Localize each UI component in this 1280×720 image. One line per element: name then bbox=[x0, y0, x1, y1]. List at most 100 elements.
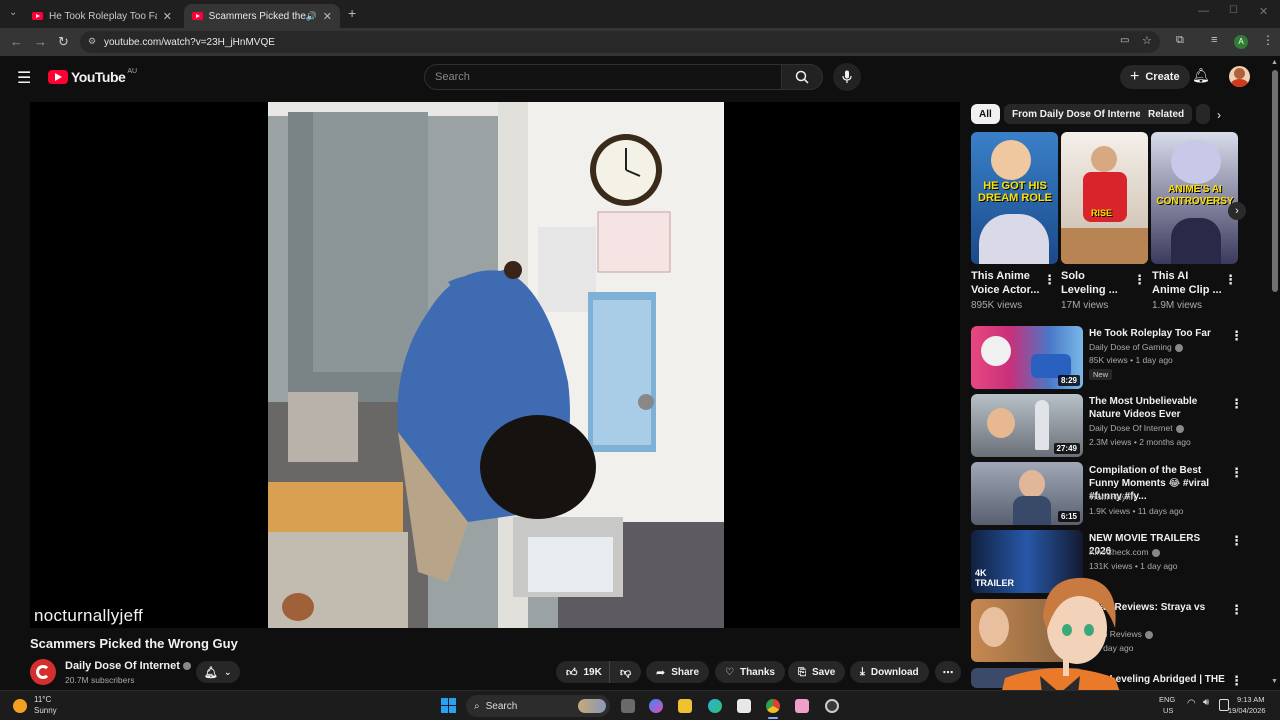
copilot-icon[interactable] bbox=[649, 699, 663, 713]
weather-sun-icon[interactable] bbox=[13, 699, 27, 713]
video-thumbnail[interactable]: 8:29 bbox=[971, 326, 1083, 389]
tab-he-took-roleplay[interactable]: He Took Roleplay Too Far - You ✕ bbox=[24, 4, 180, 28]
tray-region: US bbox=[1163, 706, 1174, 715]
chips-next-chevron-icon[interactable]: › bbox=[1217, 108, 1221, 122]
close-window-icon[interactable]: ✕ bbox=[1259, 5, 1268, 18]
app-icon[interactable] bbox=[795, 699, 809, 713]
short-title[interactable]: This AI Anime Clip ... bbox=[1152, 269, 1222, 297]
microphone-icon bbox=[842, 70, 852, 83]
download-button[interactable]: ⤓ Download bbox=[850, 661, 929, 683]
video-channel[interactable]: Daily Dose of Gaming bbox=[1089, 342, 1183, 352]
file-explorer-icon[interactable] bbox=[678, 699, 692, 713]
short-views: 17M views bbox=[1061, 300, 1109, 311]
verified-badge-icon bbox=[1144, 630, 1153, 639]
video-more-icon[interactable]: ⋮ bbox=[1230, 465, 1243, 481]
short-title[interactable]: This Anime Voice Actor... bbox=[971, 269, 1041, 297]
store-icon[interactable] bbox=[737, 699, 751, 713]
site-info-icon[interactable]: ⚙ bbox=[88, 36, 96, 47]
close-tab-icon[interactable]: ✕ bbox=[163, 10, 172, 23]
reading-list-icon[interactable]: ≡ bbox=[1211, 34, 1217, 46]
video-channel[interactable]: Trâm Huỳnh bbox=[1089, 492, 1135, 502]
volume-icon[interactable]: 🔊︎ bbox=[1203, 697, 1209, 708]
share-button[interactable]: ➦ Share bbox=[646, 661, 710, 683]
create-button[interactable]: + Create bbox=[1120, 65, 1190, 89]
chip-all[interactable]: All bbox=[971, 104, 1000, 124]
hamburger-menu-icon[interactable]: ☰ bbox=[17, 68, 31, 88]
voice-search-button[interactable] bbox=[833, 63, 861, 91]
weather-desc: Sunny bbox=[34, 706, 57, 715]
chip-related[interactable]: Related bbox=[1140, 104, 1193, 124]
video-more-icon[interactable]: ⋮ bbox=[1230, 602, 1243, 618]
scroll-down-icon[interactable]: ▼ bbox=[1271, 678, 1278, 685]
like-button[interactable]: 👍︎ 19K bbox=[556, 661, 612, 683]
clock-date[interactable]: 19/04/2026 bbox=[1228, 706, 1266, 715]
thanks-button[interactable]: ♡ Thanks bbox=[715, 661, 785, 683]
short-thumbnail[interactable]: HE GOT HIS DREAM ROLE bbox=[971, 132, 1058, 264]
short-thumbnail[interactable]: RISE bbox=[1061, 132, 1148, 264]
channel-name[interactable]: Daily Dose Of Internet bbox=[65, 660, 191, 672]
task-view-icon[interactable] bbox=[621, 699, 635, 713]
video-more-icon[interactable]: ⋮ bbox=[1230, 328, 1243, 344]
video-more-icon[interactable]: ⋮ bbox=[1230, 396, 1243, 412]
scroll-up-icon[interactable]: ▲ bbox=[1271, 59, 1278, 66]
video-more-icon[interactable]: ⋮ bbox=[1230, 673, 1243, 689]
dislike-button[interactable]: 👎︎ bbox=[609, 661, 642, 683]
verified-badge-icon bbox=[182, 662, 191, 671]
notifications-bell-icon[interactable]: 🔔︎ bbox=[1192, 67, 1210, 84]
save-button[interactable]: ⎘ Save bbox=[788, 661, 846, 683]
video-channel[interactable]: KinoCheck.com bbox=[1089, 547, 1160, 557]
channel-avatar[interactable] bbox=[30, 659, 56, 685]
app-icon[interactable] bbox=[825, 699, 839, 713]
extensions-icon[interactable]: ⧉ bbox=[1176, 34, 1184, 47]
video-more-icon[interactable]: ⋮ bbox=[1230, 533, 1243, 549]
more-actions-button[interactable]: ⋯ bbox=[935, 661, 961, 683]
video-title-link[interactable]: The Most Unbelievable Nature Videos Ever bbox=[1089, 395, 1225, 421]
wifi-icon[interactable]: ◠ bbox=[1187, 698, 1196, 709]
clock-time[interactable]: 9:13 AM bbox=[1237, 695, 1265, 704]
windows-taskbar: 11°C Sunny ⌕ Search ENG US ◠ 🔊︎ 9:13 AM … bbox=[0, 690, 1280, 720]
new-tab-button[interactable]: + bbox=[348, 5, 356, 21]
back-icon[interactable]: ← bbox=[10, 34, 23, 49]
chip-from-channel[interactable]: From Daily Dose Of Internet bbox=[1004, 104, 1153, 124]
tray-language[interactable]: ENG bbox=[1159, 695, 1175, 704]
edge-icon[interactable] bbox=[708, 699, 722, 713]
video-thumbnail[interactable]: 27:49 bbox=[971, 394, 1083, 457]
short-title[interactable]: Solo Leveling ... bbox=[1061, 269, 1131, 297]
maximize-icon[interactable]: ☐ bbox=[1229, 5, 1238, 16]
profile-icon[interactable]: A bbox=[1234, 35, 1248, 49]
search-input[interactable]: Search bbox=[424, 64, 782, 90]
subscription-bell-button[interactable]: 🔔︎ ⌄ bbox=[196, 661, 240, 683]
chip-partial[interactable] bbox=[1196, 104, 1210, 124]
browser-tab-bar: ⌄ He Took Roleplay Too Far - You ✕ Scamm… bbox=[0, 0, 1280, 28]
minimize-icon[interactable]: — bbox=[1198, 5, 1209, 17]
reload-icon[interactable]: ↻ bbox=[58, 34, 69, 50]
search-button[interactable] bbox=[781, 64, 823, 90]
thanks-heart-icon: ♡ bbox=[725, 666, 734, 678]
speaker-icon[interactable]: 🔊 bbox=[306, 11, 317, 22]
shorts-next-button[interactable]: › bbox=[1228, 202, 1246, 220]
page-scrollbar[interactable] bbox=[1272, 70, 1278, 292]
youtube-logo[interactable]: YouTube AU bbox=[48, 68, 137, 85]
bookmark-star-icon[interactable]: ☆ bbox=[1142, 34, 1152, 47]
video-player[interactable]: nocturnallyjeff bbox=[30, 102, 960, 628]
short-thumb-face bbox=[991, 140, 1031, 180]
video-channel[interactable]: Daily Dose Of Internet bbox=[1089, 423, 1184, 433]
video-title-link[interactable]: He Took Roleplay Too Far bbox=[1089, 327, 1225, 340]
address-bar[interactable]: ⚙ youtube.com/watch?v=23H_jHnMVQE ▭ ☆ bbox=[80, 31, 1160, 53]
short-more-icon[interactable]: ⋮ bbox=[1043, 272, 1056, 288]
chrome-icon[interactable] bbox=[766, 699, 780, 713]
video-duration: 6:15 bbox=[1057, 511, 1080, 522]
close-tab-icon[interactable]: ✕ bbox=[323, 10, 332, 23]
video-thumbnail[interactable]: 6:15 bbox=[971, 462, 1083, 525]
taskbar-search[interactable]: ⌕ Search bbox=[466, 695, 610, 717]
tab-scammers-picked[interactable]: Scammers Picked the Wrong 🔊 ✕ bbox=[184, 4, 340, 28]
short-more-icon[interactable]: ⋮ bbox=[1133, 272, 1146, 288]
tab-search-icon[interactable]: ⌄ bbox=[9, 7, 17, 18]
windows-start-icon[interactable] bbox=[441, 698, 456, 713]
forward-icon[interactable]: → bbox=[34, 34, 47, 49]
short-thumbnail[interactable]: ANIME'S AI CONTROVERSY bbox=[1151, 132, 1238, 264]
chrome-menu-icon[interactable]: ⋮ bbox=[1262, 33, 1274, 47]
short-more-icon[interactable]: ⋮ bbox=[1224, 272, 1237, 288]
account-avatar[interactable] bbox=[1229, 66, 1250, 87]
cast-icon[interactable]: ▭ bbox=[1120, 35, 1129, 46]
